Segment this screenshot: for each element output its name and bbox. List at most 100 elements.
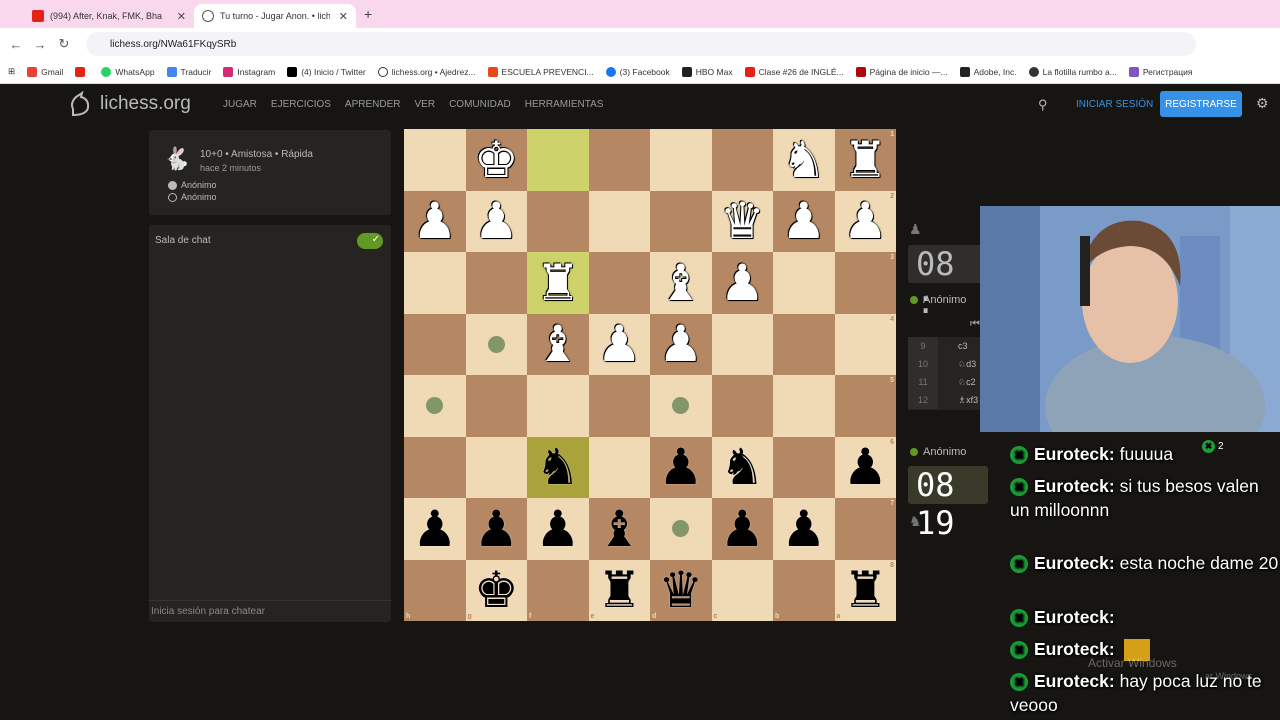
move-row[interactable]: 10 ♘d3	[908, 355, 988, 373]
board-square[interactable]: ♟	[527, 498, 589, 560]
board-square[interactable]: ♜ e	[588, 559, 650, 621]
black-pawn-icon[interactable]: ♟	[843, 442, 888, 492]
tab-lichess[interactable]: Tu turno - Jugar Anon. • liches ✕	[194, 4, 356, 28]
white-bishop-icon[interactable]: ♝	[658, 258, 703, 308]
board-square[interactable]: ♟	[465, 190, 527, 252]
white-pawn-icon[interactable]: ♟	[658, 319, 703, 369]
board-square[interactable]: ♞	[773, 129, 835, 191]
black-queen-icon[interactable]: ♛	[658, 565, 703, 615]
board-square[interactable]: c	[711, 559, 773, 621]
board-square[interactable]: h	[404, 559, 466, 621]
bookmark-flotilla[interactable]: La flotilla rumbo a...	[1028, 66, 1117, 77]
chess-board[interactable]: ♚ ♞ ♜ 1 ♟ ♟ ♛ ♟ ♟ 2 ♜ ♝ ♟ 3 ♝ ♟ ♟ 4 5 ♞ ♟ ♞ ♟ 6 ♟ ♟ ♟ ♝ ♟ ♟ 7 h ♚ g f ♜ e ♛ d c…	[404, 129, 896, 621]
board-square[interactable]	[650, 498, 712, 560]
white-pawn-icon[interactable]: ♟	[720, 258, 765, 308]
bottom-player[interactable]: Anónimo	[910, 446, 966, 458]
board-square[interactable]	[711, 313, 773, 375]
board-square[interactable]	[527, 375, 589, 437]
new-tab-button[interactable]: +	[364, 6, 372, 22]
board-square[interactable]	[465, 252, 527, 314]
bookmark-netflix[interactable]: Página de inicio —...	[855, 66, 948, 77]
black-rook-icon[interactable]: ♜	[843, 565, 888, 615]
board-square[interactable]	[465, 436, 527, 498]
board-square[interactable]	[527, 129, 589, 191]
close-icon[interactable]: ✕	[177, 10, 186, 23]
close-icon[interactable]: ✕	[339, 10, 348, 23]
bookmark-instagram[interactable]: Instagram	[223, 66, 275, 77]
white-pawn-icon[interactable]: ♟	[597, 319, 642, 369]
board-square[interactable]: ♝	[650, 252, 712, 314]
chat-input[interactable]: Inicia sesión para chatear	[149, 600, 391, 622]
board-square[interactable]: ♟	[773, 498, 835, 560]
board-square[interactable]: ♞	[711, 436, 773, 498]
board-square[interactable]	[773, 436, 835, 498]
board-square[interactable]: ♝	[588, 498, 650, 560]
board-square[interactable]	[465, 375, 527, 437]
top-player[interactable]: Anónimo	[910, 294, 966, 306]
bookmark-escuela[interactable]: ESCUELA PREVENCI...	[487, 66, 594, 77]
board-square[interactable]	[650, 375, 712, 437]
board-square[interactable]	[404, 252, 466, 314]
board-square[interactable]: ♟	[588, 313, 650, 375]
board-square[interactable]: ♜ 1	[834, 129, 896, 191]
board-square[interactable]	[711, 375, 773, 437]
signin-link[interactable]: INICIAR SESIÓN	[1076, 99, 1153, 110]
board-square[interactable]	[404, 436, 466, 498]
board-square[interactable]	[588, 252, 650, 314]
board-square[interactable]: ♟ 6	[834, 436, 896, 498]
bookmark-clase[interactable]: Clase #26 de INGLÉ...	[744, 66, 844, 77]
black-pawn-icon[interactable]: ♟	[474, 504, 519, 554]
move-hint-dot[interactable]	[672, 397, 690, 415]
board-square[interactable]: ♟	[650, 313, 712, 375]
black-knight-icon[interactable]: ♞	[535, 442, 580, 492]
board-square[interactable]: b	[773, 559, 835, 621]
bookmark-gmail[interactable]: Gmail	[27, 66, 63, 77]
board-square[interactable]	[773, 252, 835, 314]
move-hint-dot[interactable]	[672, 520, 690, 538]
board-square[interactable]: ♛ d	[650, 559, 712, 621]
board-square[interactable]	[404, 375, 466, 437]
apps-icon[interactable]: ⊞	[8, 66, 15, 77]
board-square[interactable]: ♚	[465, 129, 527, 191]
search-icon[interactable]: ⚲	[1038, 97, 1048, 113]
black-knight-icon[interactable]: ♞	[720, 442, 765, 492]
black-bishop-icon[interactable]: ♝	[597, 504, 642, 554]
board-square[interactable]	[527, 190, 589, 252]
bookmark-adobe[interactable]: Adobe, Inc.	[959, 66, 1017, 77]
board-square[interactable]	[650, 129, 712, 191]
board-square[interactable]	[588, 190, 650, 252]
move-hint-dot[interactable]	[487, 335, 505, 353]
board-square[interactable]: ♝	[527, 313, 589, 375]
board-square[interactable]: 4	[834, 313, 896, 375]
black-king-icon[interactable]: ♚	[474, 565, 519, 615]
black-pawn-icon[interactable]: ♟	[535, 504, 580, 554]
white-king-icon[interactable]: ♚	[474, 135, 519, 185]
board-square[interactable]: ♟ 2	[834, 190, 896, 252]
black-pawn-icon[interactable]: ♟	[720, 504, 765, 554]
nav-jugar[interactable]: JUGAR	[223, 99, 257, 110]
chat-toggle[interactable]	[357, 233, 383, 249]
board-square[interactable]: ♜	[527, 252, 589, 314]
board-square[interactable]: 5	[834, 375, 896, 437]
board-square[interactable]	[465, 313, 527, 375]
white-pawn-icon[interactable]: ♟	[843, 196, 888, 246]
register-button[interactable]: REGISTRARSE	[1160, 91, 1242, 117]
reload-icon[interactable]: ↻	[52, 36, 76, 52]
bookmark-youtube[interactable]	[75, 66, 89, 77]
board-square[interactable]: ♚ g	[465, 559, 527, 621]
board-square[interactable]: ♞	[527, 436, 589, 498]
white-pawn-icon[interactable]: ♟	[412, 196, 457, 246]
white-knight-icon[interactable]: ♞	[781, 135, 826, 185]
board-square[interactable]: 7	[834, 498, 896, 560]
board-square[interactable]	[588, 129, 650, 191]
nav-aprender[interactable]: APRENDER	[345, 99, 401, 110]
nav-ver[interactable]: VER	[415, 99, 436, 110]
white-pawn-icon[interactable]: ♟	[474, 196, 519, 246]
board-square[interactable]: ♟	[773, 190, 835, 252]
bookmark-hbo[interactable]: HBO Max	[681, 66, 733, 77]
move-row[interactable]: 12 ♗xf3	[908, 391, 988, 409]
white-pawn-icon[interactable]: ♟	[781, 196, 826, 246]
bookmark-registro[interactable]: Регистрация	[1128, 66, 1193, 77]
forward-icon[interactable]: →	[28, 37, 52, 52]
white-rook-icon[interactable]: ♜	[843, 135, 888, 185]
